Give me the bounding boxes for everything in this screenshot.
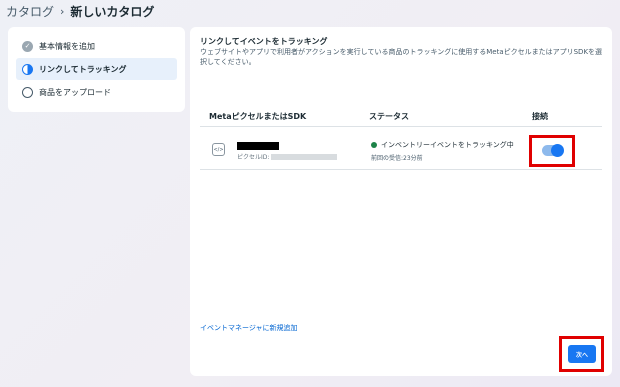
half-circle-icon: [22, 63, 33, 75]
column-header-status: ステータス: [369, 112, 409, 121]
pixel-id-label: ピクセルID:: [237, 154, 270, 161]
connect-toggle[interactable]: [542, 144, 564, 157]
column-header-source: MetaピクセルまたはSDK: [209, 112, 307, 121]
panel-description: ウェブサイトやアプリで利用者がアクションを実行している商品のトラッキングに使用す…: [200, 48, 603, 66]
next-button[interactable]: 次へ: [568, 345, 596, 363]
panel-title: リンクしてイベントをトラッキング: [200, 37, 328, 46]
step-label: 商品をアップロード: [39, 87, 111, 97]
add-in-event-manager-link[interactable]: イベントマネージャに新規追加: [200, 323, 298, 333]
pixel-id-redacted: [271, 153, 338, 160]
status-dot-icon: [371, 142, 377, 148]
steps-sidebar: ✓ 基本情報を追加 リンクしてトラッキング 商品をアップロード: [8, 27, 185, 112]
step-link-and-track[interactable]: リンクしてトラッキング: [16, 58, 177, 80]
step-add-basic-info[interactable]: ✓ 基本情報を追加: [16, 35, 177, 57]
table-header: MetaピクセルまたはSDK ステータス 接続: [200, 107, 602, 127]
breadcrumb: カタログ › 新しいカタログ: [6, 2, 154, 20]
next-highlight-box: 次へ: [559, 336, 604, 372]
step-label: リンクしてトラッキング: [39, 64, 127, 74]
chevron-right-icon: ›: [60, 4, 65, 18]
column-header-connect: 接続: [532, 112, 548, 121]
breadcrumb-catalog-link[interactable]: カタログ: [6, 3, 54, 20]
step-label: 基本情報を追加: [39, 41, 95, 51]
empty-circle-icon: [22, 86, 33, 98]
pixel-name-redacted: [237, 142, 279, 150]
status-text: インベントリーイベントをトラッキング中: [381, 141, 514, 149]
check-circle-icon: ✓: [22, 40, 33, 52]
page-title: 新しいカタログ: [70, 4, 155, 19]
step-upload-products[interactable]: 商品をアップロード: [16, 81, 177, 103]
table-row: </> ピクセルID: インベントリーイベントをトラッキング中 前回の受信:23…: [200, 128, 602, 170]
code-icon: </>: [212, 143, 225, 156]
toggle-knob: [551, 144, 564, 157]
status-cell: インベントリーイベントをトラッキング中 前回の受信:23分前: [371, 140, 514, 162]
last-received-text: 前回の受信:23分前: [371, 155, 423, 162]
toggle-highlight-box: [529, 135, 575, 167]
pixel-id: ピクセルID:: [237, 152, 338, 161]
main-panel: リンクしてイベントをトラッキング ウェブサイトやアプリで利用者がアクションを実行…: [190, 27, 612, 376]
